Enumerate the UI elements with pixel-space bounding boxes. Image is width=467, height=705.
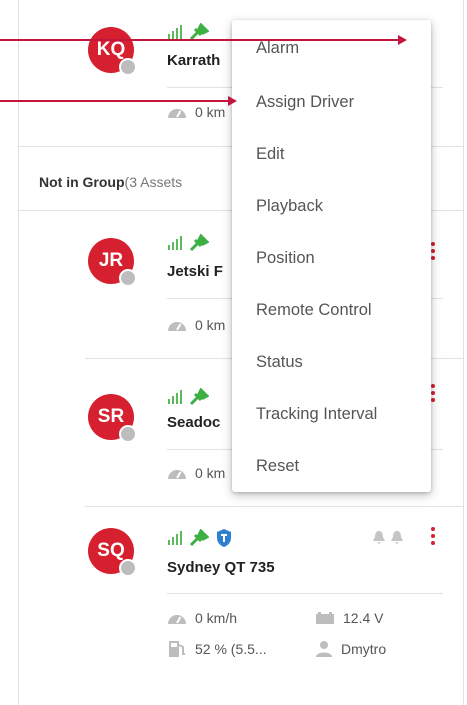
driver-icon xyxy=(316,641,332,657)
menu-item-edit[interactable]: Edit xyxy=(232,128,431,180)
fuel-metric: 52 % (5.5... xyxy=(167,640,267,658)
driver-value: Dmytro xyxy=(341,641,387,657)
speed-value: 0 km xyxy=(195,317,226,333)
online-status-dot xyxy=(119,269,137,287)
online-status-dot xyxy=(119,559,137,577)
signal-icon xyxy=(168,236,182,250)
bell-icon[interactable] xyxy=(390,530,404,544)
speedometer-icon xyxy=(168,615,186,624)
online-status-dot xyxy=(119,425,137,443)
annotation-arrow-head xyxy=(228,96,237,106)
context-menu: Alarm Assign Driver Edit Playback Positi… xyxy=(232,20,431,492)
status-icons xyxy=(167,388,209,406)
speed-metric: 0 km xyxy=(167,104,225,120)
speedometer-icon xyxy=(168,322,186,331)
avatar-initials: KQ xyxy=(96,39,126,60)
fuel-value: 52 % (5.5... xyxy=(195,641,267,657)
battery-icon xyxy=(316,612,334,624)
annotation-arrow xyxy=(0,39,398,41)
avatar: JR xyxy=(88,238,137,287)
gps-satellite-icon xyxy=(189,529,209,547)
speed-metric: 0 km xyxy=(167,465,225,481)
group-asset-count: (3 Assets xyxy=(124,174,183,190)
asset-divider xyxy=(85,506,463,507)
menu-item-playback[interactable]: Playback xyxy=(232,180,431,232)
menu-item-alarm[interactable]: Alarm xyxy=(232,22,431,74)
asset-name: Seadoc xyxy=(167,414,221,431)
speedometer-icon xyxy=(168,470,186,479)
avatar-initials: SR xyxy=(97,406,125,427)
avatar-initials: SQ xyxy=(97,540,125,561)
avatar-initials: JR xyxy=(98,250,124,271)
kebab-menu-icon[interactable] xyxy=(430,527,436,545)
gps-satellite-icon xyxy=(189,234,209,252)
divider xyxy=(167,593,443,594)
speed-value: 0 km/h xyxy=(195,610,238,626)
menu-item-tracking-interval[interactable]: Tracking Interval xyxy=(232,388,431,440)
menu-item-status[interactable]: Status xyxy=(232,336,431,388)
asset-name: Jetski F xyxy=(167,263,223,280)
status-icons xyxy=(167,528,233,548)
bell-icon[interactable] xyxy=(372,530,386,544)
signal-icon xyxy=(168,531,182,545)
avatar: SR xyxy=(88,394,137,443)
status-icons xyxy=(167,234,209,252)
driver-metric: Dmytro xyxy=(315,640,386,658)
speed-metric: 0 km/h xyxy=(167,610,237,626)
speed-value: 0 km xyxy=(195,465,226,481)
fuel-icon xyxy=(169,641,185,657)
annotation-arrow-head xyxy=(398,35,407,45)
menu-item-assign-driver[interactable]: Assign Driver xyxy=(232,76,431,128)
annotation-arrow xyxy=(0,100,228,102)
voltage-metric: 12.4 V xyxy=(315,610,383,626)
menu-item-remote-control[interactable]: Remote Control xyxy=(232,284,431,336)
asset-name: Karrath xyxy=(167,52,221,69)
alert-icons xyxy=(372,530,404,544)
signal-icon xyxy=(168,390,182,404)
speedometer-icon xyxy=(168,109,186,118)
asset-name: Sydney QT 735 xyxy=(167,559,275,576)
online-status-dot xyxy=(119,58,137,76)
avatar: SQ xyxy=(88,528,137,577)
avatar: KQ xyxy=(88,27,137,76)
group-header[interactable]: Not in Group(3 Assets xyxy=(39,174,182,190)
gps-satellite-icon xyxy=(189,388,209,406)
signal-icon xyxy=(168,25,182,39)
group-name: Not in Group xyxy=(39,174,125,190)
speed-value: 0 km xyxy=(195,104,226,120)
menu-item-reset[interactable]: Reset xyxy=(232,440,431,492)
speed-metric: 0 km xyxy=(167,317,225,333)
voltage-value: 12.4 V xyxy=(343,610,384,626)
menu-item-position[interactable]: Position xyxy=(232,232,431,284)
shield-icon xyxy=(217,529,231,547)
